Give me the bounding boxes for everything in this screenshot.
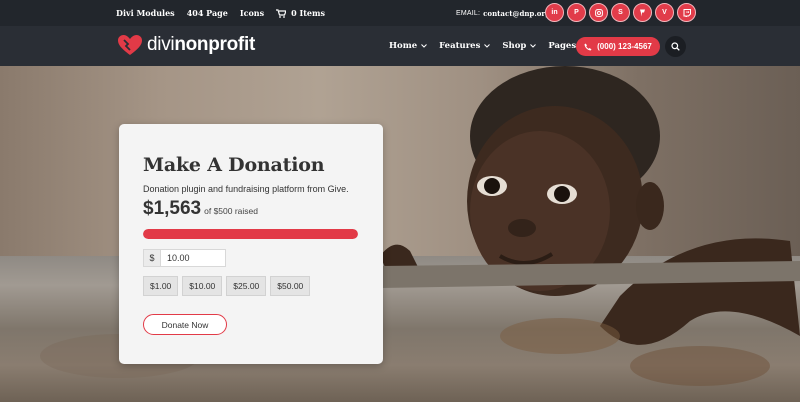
level-button-1[interactable]: $1.00 — [143, 276, 179, 296]
chevron-down-icon — [484, 44, 491, 48]
donation-description: Donation plugin and fundraising platform… — [143, 184, 349, 194]
donation-levels: $1.00 $10.00 $25.00 $50.00 — [143, 276, 311, 296]
top-bar: Divi Modules 404 Page Icons 0 Items EMAI… — [0, 0, 800, 26]
top-link-404-page[interactable]: 404 Page — [187, 8, 228, 18]
nav-features[interactable]: Features — [439, 41, 491, 51]
amount-input-row: $ — [143, 249, 226, 267]
main-header: divinonprofit Home Features Shop Pages (… — [0, 26, 800, 66]
phone-number: (000) 123-4567 — [597, 42, 652, 51]
donation-form-card: Make A Donation Donation plugin and fund… — [119, 124, 383, 364]
phone-icon — [584, 43, 592, 50]
chevron-down-icon — [421, 44, 427, 48]
raised-amount: $1,563 of $500 raised — [143, 198, 258, 220]
heart-logo-icon — [118, 35, 142, 55]
top-links: Divi Modules 404 Page Icons 0 Items — [116, 0, 325, 26]
search-button[interactable] — [665, 36, 686, 57]
main-nav: Home Features Shop Pages — [389, 26, 586, 66]
currency-symbol: $ — [143, 249, 161, 267]
logo-text: divinonprofit — [147, 34, 255, 56]
nav-home-label: Home — [389, 41, 418, 51]
raised-goal-text: of $500 raised — [204, 206, 258, 216]
level-button-25[interactable]: $25.00 — [226, 276, 267, 296]
linkedin-icon[interactable]: in — [545, 3, 564, 22]
level-button-50[interactable]: $50.00 — [270, 276, 311, 296]
top-link-divi-modules[interactable]: Divi Modules — [116, 8, 175, 18]
donation-amount-input[interactable] — [161, 249, 226, 267]
donation-title: Make A Donation — [143, 154, 325, 176]
twitch-icon[interactable] — [677, 3, 696, 22]
logo-text-bold: nonprofit — [174, 34, 255, 55]
raised-value: $1,563 — [143, 198, 202, 219]
cart-label: 0 Items — [291, 8, 325, 18]
email-label: EMAIL: — [456, 9, 481, 17]
donation-progress-fill — [143, 229, 358, 239]
cart-icon — [276, 8, 287, 18]
top-link-icons[interactable]: Icons — [240, 8, 264, 18]
email-value[interactable]: contact@dnp.org — [483, 9, 550, 18]
instagram-icon[interactable] — [589, 3, 608, 22]
email-contact: EMAIL: contact@dnp.org — [456, 0, 550, 26]
site-logo[interactable]: divinonprofit — [117, 34, 255, 56]
foursquare-icon[interactable] — [633, 3, 652, 22]
phone-button[interactable]: (000) 123-4567 — [576, 37, 660, 56]
vimeo-icon[interactable]: V — [655, 3, 674, 22]
search-icon — [671, 42, 680, 51]
nav-shop[interactable]: Shop — [502, 41, 537, 51]
nav-pages-label: Pages — [548, 41, 577, 51]
level-button-10[interactable]: $10.00 — [182, 276, 223, 296]
nav-shop-label: Shop — [502, 41, 527, 51]
nav-home[interactable]: Home — [389, 41, 427, 51]
logo-text-light: divi — [147, 34, 175, 55]
donation-progress-bar — [143, 229, 358, 239]
donate-now-button[interactable]: Donate Now — [143, 314, 227, 335]
cart-link[interactable]: 0 Items — [276, 8, 325, 18]
chevron-down-icon — [530, 44, 537, 48]
skype-icon[interactable]: S — [611, 3, 630, 22]
pinterest-icon[interactable]: P — [567, 3, 586, 22]
nav-features-label: Features — [439, 41, 481, 51]
social-links: in P S V — [545, 3, 696, 22]
